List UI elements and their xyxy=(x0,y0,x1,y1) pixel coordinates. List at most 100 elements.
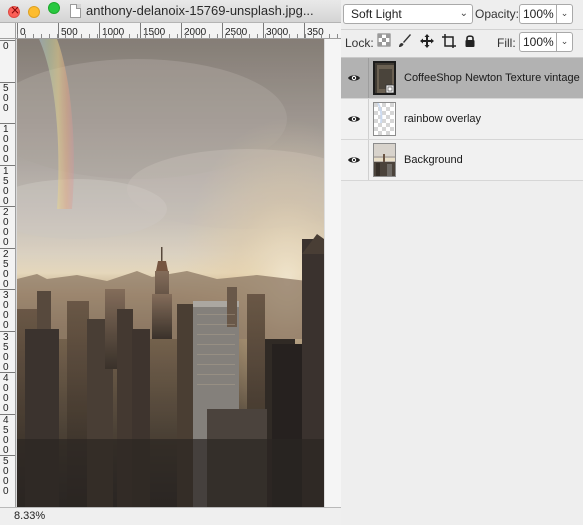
visibility-eye-icon[interactable] xyxy=(347,71,361,85)
ruler-minor-tick xyxy=(33,34,34,38)
ruler-tick-digit: 0 xyxy=(3,41,9,52)
ruler-tick-digit: 5 xyxy=(3,424,9,436)
layer-row-coffeeshop-texture[interactable]: CoffeeShop Newton Texture vintage xyxy=(341,58,583,99)
layers-panel: Soft Light ⌄ Opacity: 100% ⌄ Lock: Fill:… xyxy=(341,0,583,525)
lock-artboard-icon[interactable] xyxy=(441,33,457,51)
layer-row-rainbow-overlay[interactable]: rainbow overlay xyxy=(341,99,583,140)
divider xyxy=(368,140,369,180)
ruler-tick-label: 500 xyxy=(58,23,78,38)
lock-paint-icon[interactable] xyxy=(398,33,414,51)
ruler-minor-tick xyxy=(329,34,330,38)
divider xyxy=(341,29,583,30)
ruler-minor-tick xyxy=(281,34,282,38)
ruler-tick-label: 2000 xyxy=(180,23,207,38)
window-title: anthony-delanoix-15769-unsplash.jpg... xyxy=(86,3,314,18)
ruler-tick-digit: 0 xyxy=(3,434,9,446)
ruler-tick-digit: 4 xyxy=(3,414,9,426)
ruler-minor-tick xyxy=(273,34,274,38)
layer-name: Background xyxy=(404,154,463,166)
opacity-dropdown-button[interactable]: ⌄ xyxy=(557,4,573,24)
ruler-minor-tick xyxy=(121,34,122,38)
opacity-input[interactable]: 100% xyxy=(519,4,557,24)
ruler-tick-digit: 0 xyxy=(3,154,9,165)
layer-thumbnail xyxy=(373,143,396,177)
layers-empty-area[interactable] xyxy=(341,181,583,525)
layer-name: rainbow overlay xyxy=(404,113,482,125)
ruler-tick-digit: 0 xyxy=(3,361,9,373)
vertical-scrollbar[interactable] xyxy=(324,39,341,507)
ruler-tick-digit: 0 xyxy=(3,268,9,280)
ruler-minor-tick xyxy=(17,34,18,38)
ruler-minor-tick xyxy=(265,34,266,38)
lock-all-icon[interactable] xyxy=(463,33,479,51)
layer-name: CoffeeShop Newton Texture vintage xyxy=(404,72,580,84)
divider xyxy=(368,58,369,98)
ruler-minor-tick xyxy=(113,34,114,38)
divider xyxy=(368,99,369,139)
ruler-tick-digit: 0 xyxy=(3,185,9,197)
lock-label: Lock: xyxy=(345,36,374,50)
ruler-minor-tick xyxy=(193,34,194,38)
ruler-tick-digit: 5 xyxy=(3,175,9,187)
zoom-level[interactable]: 8.33% xyxy=(14,510,45,522)
vertical-ruler[interactable]: 0500100015002000250030003500400045005000 xyxy=(0,39,16,507)
ruler-minor-tick xyxy=(201,34,202,38)
ruler-tick-digit: 0 xyxy=(3,320,9,331)
ruler-minor-tick xyxy=(97,34,98,38)
ruler-tick-digit: 5 xyxy=(3,341,9,353)
ruler-minor-tick xyxy=(89,34,90,38)
image-canvas[interactable] xyxy=(17,39,324,507)
ruler-minor-tick xyxy=(297,34,298,38)
ruler-origin[interactable] xyxy=(0,23,16,39)
ruler-minor-tick xyxy=(57,34,58,38)
ruler-minor-tick xyxy=(41,34,42,38)
ruler-minor-tick xyxy=(105,34,106,38)
ruler-minor-tick xyxy=(249,34,250,38)
ruler-minor-tick xyxy=(169,34,170,38)
city-photo xyxy=(17,39,324,507)
minimize-window-button[interactable] xyxy=(28,6,40,18)
ruler-minor-tick xyxy=(313,34,314,38)
chevron-down-icon: ⌄ xyxy=(459,8,468,19)
ruler-minor-tick xyxy=(25,34,26,38)
ruler-tick-digit: 5 xyxy=(3,82,9,94)
layer-row-background[interactable]: Background xyxy=(341,140,583,181)
ruler-minor-tick xyxy=(233,34,234,38)
title-bar[interactable]: anthony-delanoix-15769-unsplash.jpg... xyxy=(0,0,341,23)
ruler-minor-tick xyxy=(81,34,82,38)
ruler-minor-tick xyxy=(161,34,162,38)
ruler-tick-digit: 0 xyxy=(3,195,9,207)
ruler-tick-digit: 1 xyxy=(3,165,9,177)
ruler-minor-tick xyxy=(129,34,130,38)
close-window-button[interactable] xyxy=(8,3,20,18)
lock-move-icon[interactable] xyxy=(419,33,435,51)
horizontal-ruler[interactable]: 0 500 1000 1500 2000 2500 3000 350 xyxy=(0,23,341,39)
ruler-minor-tick xyxy=(65,34,66,38)
visibility-eye-icon[interactable] xyxy=(347,112,361,126)
blend-mode-select[interactable]: Soft Light ⌄ xyxy=(343,4,473,24)
ruler-tick-digit: 0 xyxy=(3,351,9,363)
ruler-tick-digit: 0 xyxy=(3,237,9,248)
ruler-tick-digit: 0 xyxy=(3,102,9,114)
ruler-tick-label: 2500 xyxy=(221,23,248,38)
status-bar: 8.33% xyxy=(0,507,341,525)
ruler-minor-tick xyxy=(217,34,218,38)
fill-input[interactable]: 100% xyxy=(519,32,557,52)
lock-transparent-icon[interactable] xyxy=(377,33,393,51)
ruler-minor-tick xyxy=(257,34,258,38)
ruler-minor-tick xyxy=(225,34,226,38)
ruler-minor-tick xyxy=(241,34,242,38)
ruler-minor-tick xyxy=(209,34,210,38)
ruler-minor-tick xyxy=(153,34,154,38)
ruler-minor-tick xyxy=(321,34,322,38)
ruler-minor-tick xyxy=(305,34,306,38)
fill-dropdown-button[interactable]: ⌄ xyxy=(557,32,573,52)
document-window: anthony-delanoix-15769-unsplash.jpg... 0… xyxy=(0,0,341,525)
document-icon xyxy=(70,4,81,18)
ruler-tick-digit: 0 xyxy=(3,403,9,414)
ruler-minor-tick xyxy=(337,34,338,38)
ruler-minor-tick xyxy=(49,34,50,38)
ruler-tick-digit: 0 xyxy=(3,444,9,456)
visibility-eye-icon[interactable] xyxy=(347,153,361,167)
zoom-window-button[interactable] xyxy=(48,2,60,14)
